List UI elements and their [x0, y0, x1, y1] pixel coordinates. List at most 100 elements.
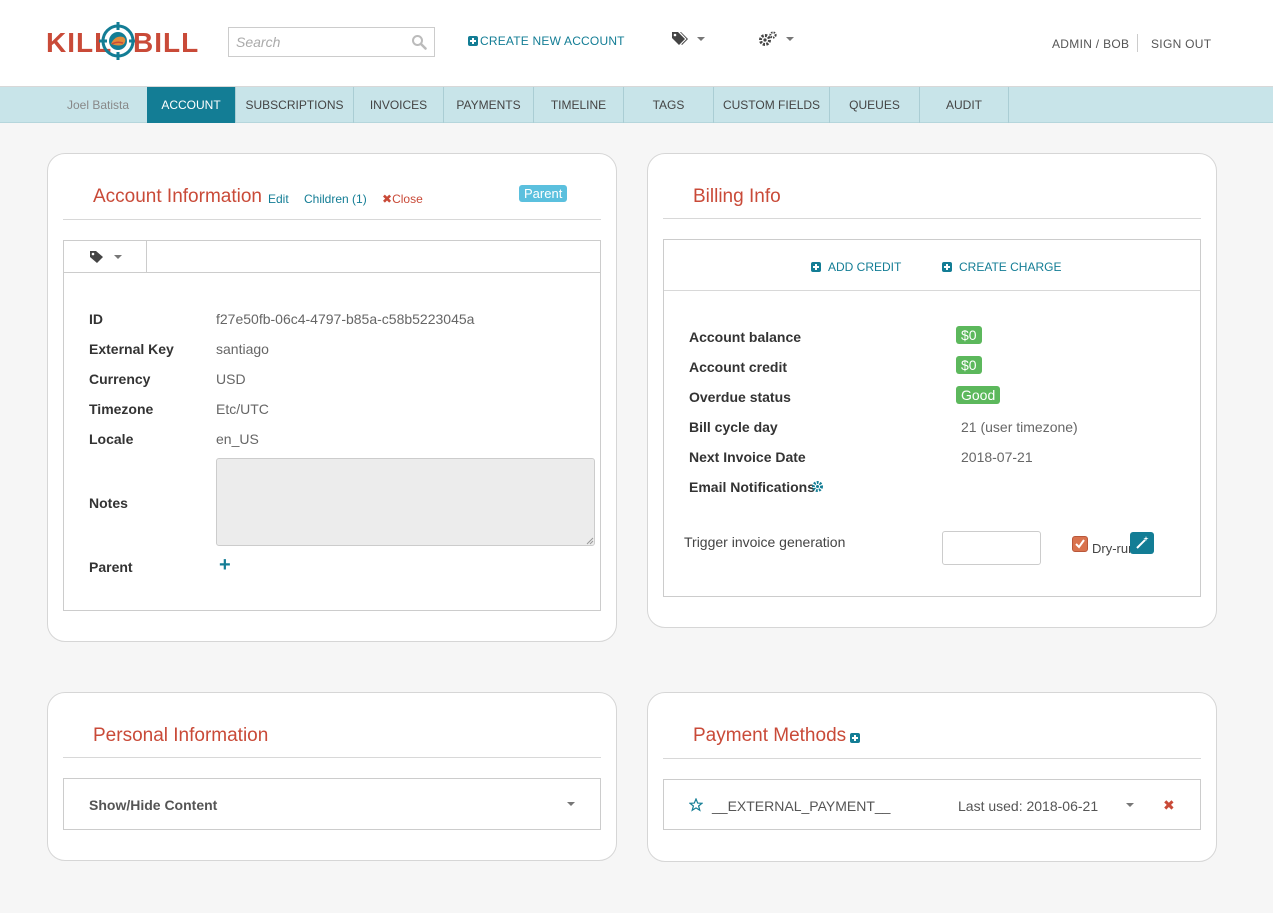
title-divider	[663, 758, 1201, 759]
check-icon	[1075, 539, 1085, 549]
plus-square-icon	[811, 262, 821, 272]
search-icon[interactable]	[411, 34, 427, 50]
email-notifications-label: Email Notifications	[689, 479, 816, 495]
trigger-invoice-date-input[interactable]	[942, 531, 1041, 565]
edit-account-link[interactable]: Edit	[268, 192, 289, 206]
resize-grip-icon[interactable]	[586, 537, 594, 545]
account-name: Joel Batista	[67, 98, 130, 112]
account-tags-bar	[64, 241, 600, 273]
tab-timeline[interactable]: TIMELINE	[534, 87, 624, 123]
payment-method-last-used: Last used: 2018-06-21	[958, 798, 1099, 814]
tag-icon	[89, 250, 103, 263]
external-key-value: santiago	[216, 341, 269, 357]
sign-out-link[interactable]: SIGN OUT	[1151, 37, 1211, 51]
next-invoice-date-label: Next Invoice Date	[689, 449, 806, 465]
overdue-status-label: Overdue status	[689, 389, 791, 405]
tab-custom-fields[interactable]: CUSTOM FIELDS	[714, 87, 830, 123]
dry-run-label: Dry-run	[1092, 541, 1136, 556]
logo-target-icon	[99, 22, 137, 60]
account-credit-label: Account credit	[689, 359, 788, 375]
account-tags-button[interactable]	[64, 241, 147, 272]
add-parent-plus-icon[interactable]: +	[219, 554, 231, 577]
settings-dropdown[interactable]	[758, 31, 794, 47]
title-divider	[63, 219, 601, 220]
close-account-label: Close	[392, 192, 423, 206]
account-balance-badge: $0	[956, 326, 982, 344]
create-charge-label: CREATE CHARGE	[959, 260, 1062, 274]
account-tab-strip: Joel Batista ACCOUNT SUBSCRIPTIONS INVOI…	[0, 87, 1273, 123]
killbill-logo[interactable]: KILL BILL	[46, 22, 200, 62]
create-new-account-label: CREATE NEW ACCOUNT	[480, 34, 625, 48]
tab-invoices[interactable]: INVOICES	[354, 87, 444, 123]
payment-method-name: __EXTERNAL_PAYMENT__	[712, 798, 891, 814]
plus-square-icon	[942, 262, 952, 272]
next-invoice-date-value: 2018-07-21	[961, 449, 1033, 465]
trigger-invoice-button[interactable]	[1130, 532, 1154, 554]
payment-method-row: __EXTERNAL_PAYMENT__ Last used: 2018-06-…	[663, 779, 1201, 830]
payment-methods-panel: Payment Methods __EXTERNAL_PAYMENT__ Las…	[647, 692, 1217, 862]
logo-text-right: BILL	[133, 27, 200, 58]
tab-payments[interactable]: PAYMENTS	[444, 87, 534, 123]
tab-tags[interactable]: TAGS	[624, 87, 714, 123]
account-information-panel: Account Information Edit Children (1) ✖C…	[47, 153, 617, 642]
account-balance-label: Account balance	[689, 329, 802, 345]
currency-label: Currency	[89, 371, 151, 387]
external-key-label: External Key	[89, 341, 174, 357]
add-credit-label: ADD CREDIT	[828, 260, 902, 274]
chevron-down-icon	[697, 37, 705, 41]
magic-wand-icon	[1136, 536, 1149, 549]
timezone-value: Etc/UTC	[216, 401, 269, 417]
locale-value: en_US	[216, 431, 259, 447]
star-icon[interactable]	[689, 798, 703, 812]
id-label: ID	[89, 311, 103, 327]
trigger-invoice-label: Trigger invoice generation	[684, 534, 846, 550]
current-user-link[interactable]: ADMIN / BOB	[1052, 37, 1129, 51]
tab-account[interactable]: ACCOUNT	[147, 87, 236, 123]
title-divider	[63, 757, 601, 758]
add-credit-button[interactable]: ADD CREDIT	[811, 260, 901, 274]
dry-run-checkbox[interactable]	[1072, 536, 1088, 552]
payment-methods-title: Payment Methods	[693, 725, 847, 746]
tab-audit[interactable]: AUDIT	[920, 87, 1009, 123]
chevron-down-icon[interactable]	[1126, 803, 1134, 807]
show-hide-content-toggle[interactable]: Show/Hide Content	[63, 778, 601, 830]
chevron-down-icon	[567, 802, 575, 806]
personal-information-title: Personal Information	[93, 725, 269, 746]
billing-info-panel: Billing Info ADD CREDIT CREATE CHARGE Ac…	[647, 153, 1217, 628]
close-icon: ✖	[382, 192, 393, 206]
tags-icon	[672, 32, 688, 45]
title-divider	[663, 218, 1201, 219]
overdue-status-badge: Good	[956, 386, 1001, 404]
personal-information-panel: Personal Information Show/Hide Content	[47, 692, 617, 861]
top-header: KILL BILL CREATE NEW ACCOUNT	[0, 0, 1273, 87]
create-new-account-button[interactable]: CREATE NEW ACCOUNT	[468, 34, 625, 48]
account-information-title: Account Information	[93, 186, 262, 207]
chevron-down-icon	[113, 254, 122, 259]
account-details-box: ID f27e50fb-06c4-4797-b85a-c58b5223045a …	[63, 240, 601, 611]
tab-subscriptions[interactable]: SUBSCRIPTIONS	[236, 87, 354, 123]
children-link[interactable]: Children (1)	[304, 192, 367, 206]
notes-label: Notes	[89, 495, 128, 511]
locale-label: Locale	[89, 431, 134, 447]
actions-divider	[664, 290, 1200, 291]
account-credit-badge: $0	[956, 356, 982, 374]
currency-value: USD	[216, 371, 246, 387]
bill-cycle-day-value: 21 (user timezone)	[961, 419, 1078, 435]
timezone-label: Timezone	[89, 401, 154, 417]
tags-dropdown[interactable]	[671, 31, 705, 47]
search-box	[228, 27, 435, 57]
parent-label: Parent	[89, 559, 133, 575]
bill-cycle-day-label: Bill cycle day	[689, 419, 778, 435]
plus-square-icon	[468, 36, 478, 46]
id-value: f27e50fb-06c4-4797-b85a-c58b5223045a	[216, 311, 475, 327]
notes-textarea[interactable]	[216, 458, 595, 546]
header-divider	[1137, 34, 1138, 52]
gears-icon	[759, 31, 777, 46]
tab-queues[interactable]: QUEUES	[830, 87, 920, 123]
create-charge-button[interactable]: CREATE CHARGE	[942, 260, 1061, 274]
close-account-link[interactable]: ✖Close	[382, 192, 423, 206]
add-payment-method-plus-icon[interactable]	[850, 733, 860, 743]
delete-payment-method-icon[interactable]: ✖	[1163, 797, 1175, 814]
search-input[interactable]	[229, 28, 399, 56]
email-notifications-gear-icon[interactable]	[811, 480, 824, 493]
